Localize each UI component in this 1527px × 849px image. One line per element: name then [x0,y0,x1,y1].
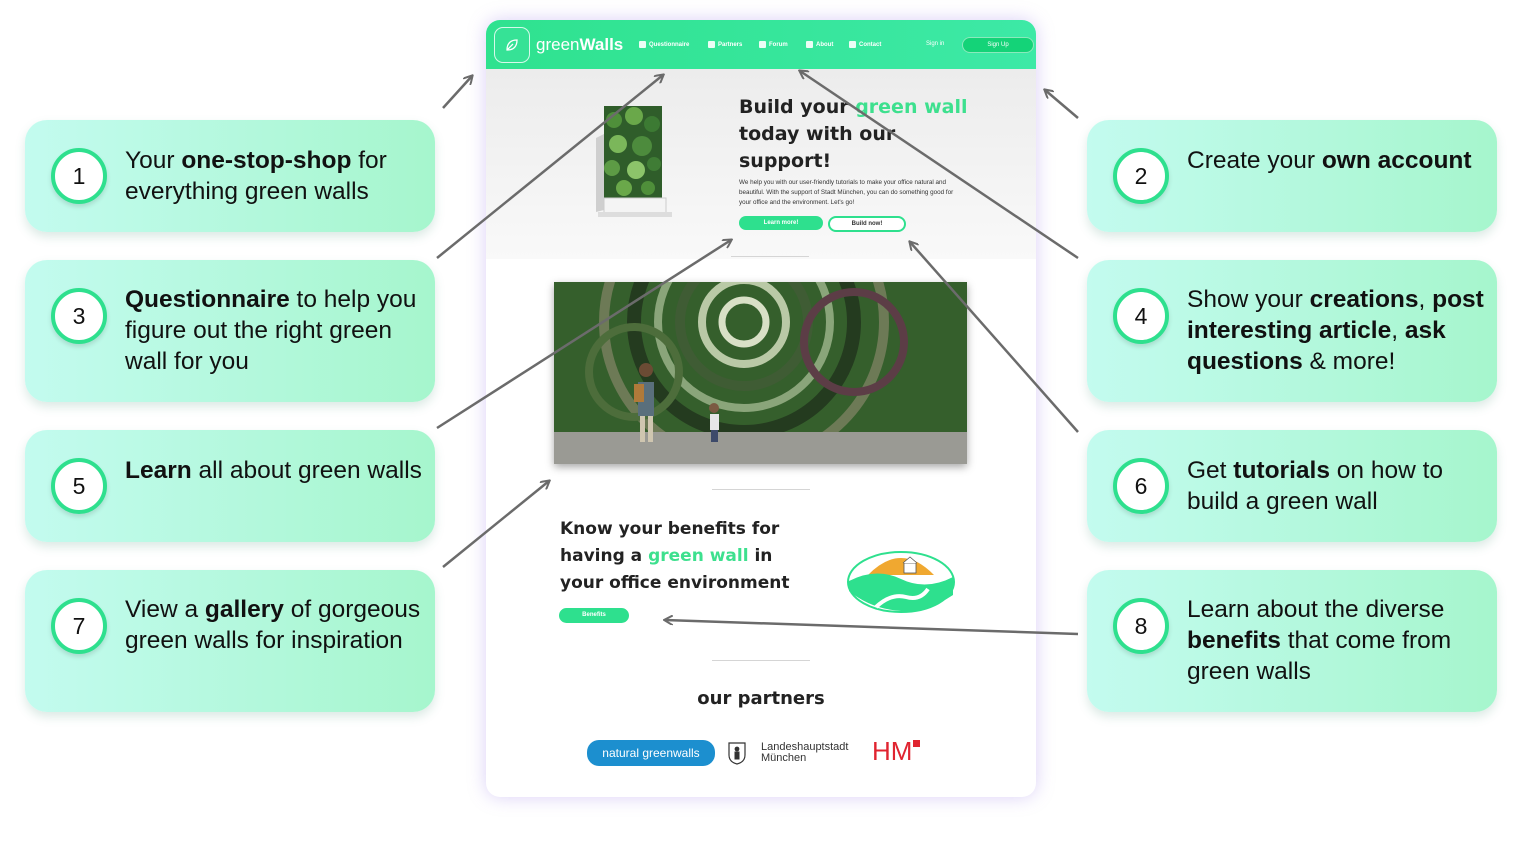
arrow-8 [665,620,1079,636]
arrow-6 [910,242,1079,433]
arrow-7 [442,481,549,568]
arrow-5 [436,240,731,430]
arrow-2 [1045,90,1079,119]
arrow-1 [442,76,472,109]
arrow-4 [800,71,1079,260]
connector-arrows [436,0,1079,636]
arrow-3 [436,75,663,259]
